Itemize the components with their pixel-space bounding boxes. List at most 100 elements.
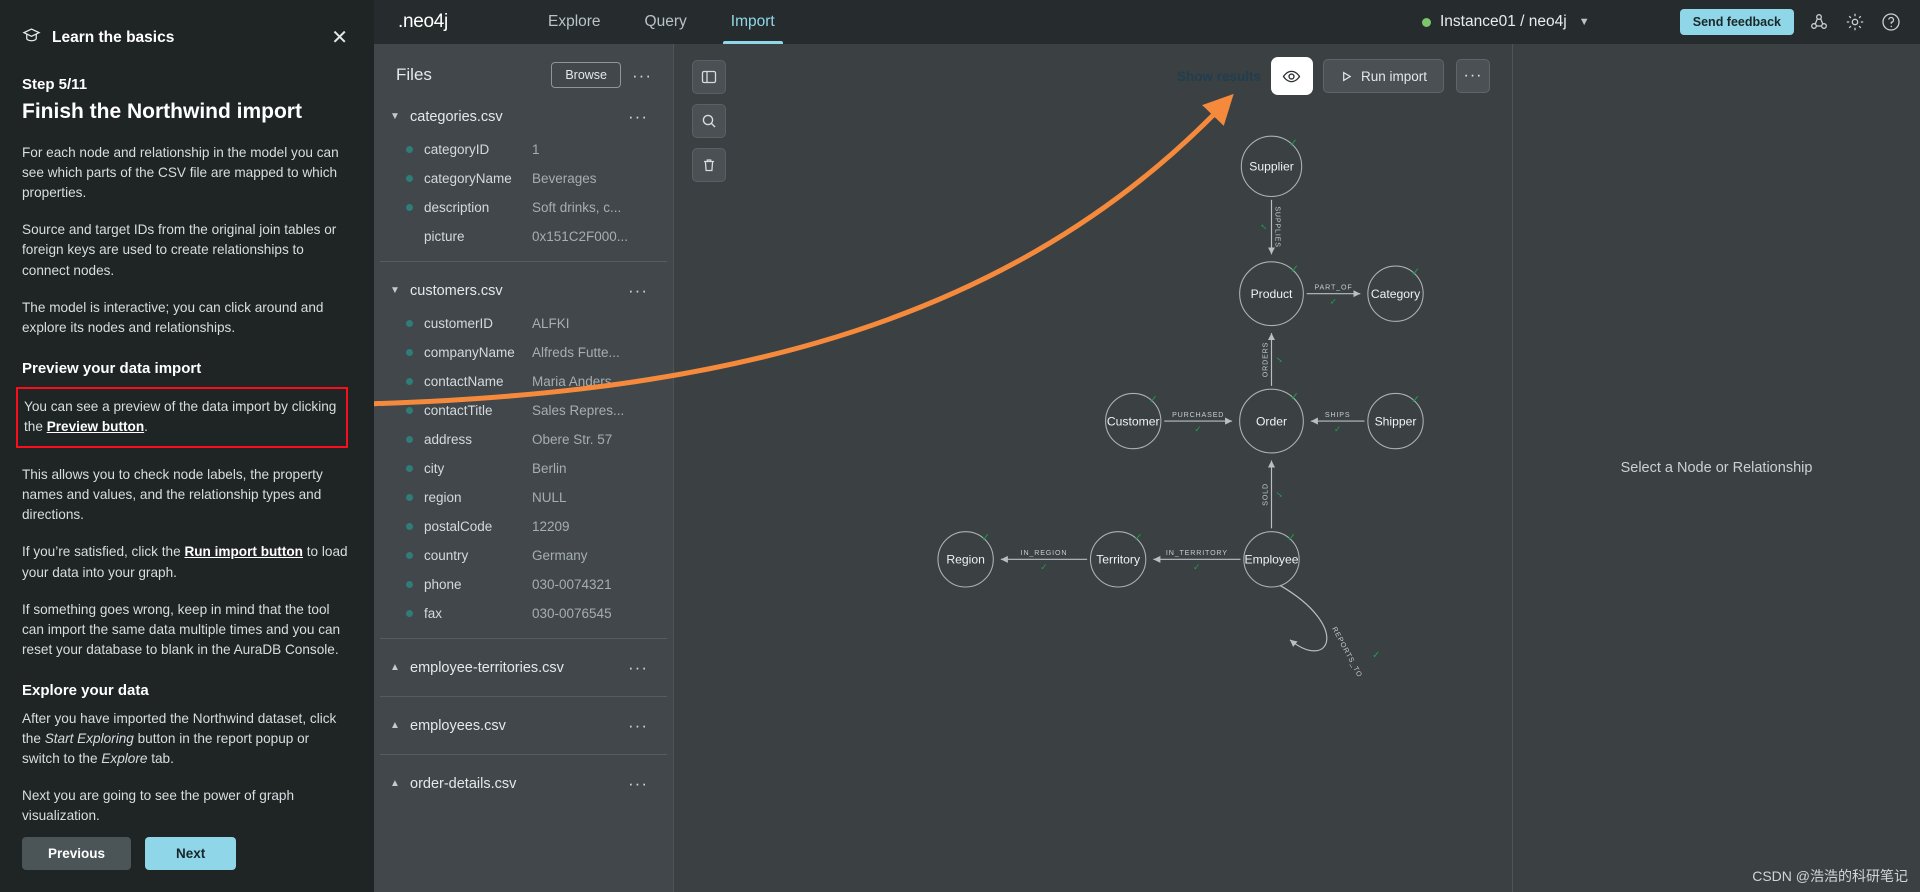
graph-node[interactable]: Order✓ xyxy=(1239,388,1304,454)
property-value: Soft drinks, c... xyxy=(532,200,622,215)
file-property-row[interactable]: contactName Maria Anders xyxy=(388,367,659,396)
tab-explore[interactable]: Explore xyxy=(526,0,623,44)
chevron-down-icon[interactable]: ▼ xyxy=(390,111,402,122)
mapped-dot-icon xyxy=(406,320,413,327)
file-property-row[interactable]: region NULL xyxy=(388,483,659,512)
node-label: Customer xyxy=(1107,414,1160,428)
node-check-icon: ✓ xyxy=(1290,264,1299,276)
graph-relationship[interactable]: SHIPS ✓ xyxy=(1310,411,1365,434)
close-icon[interactable]: ✕ xyxy=(331,28,348,48)
graph-node[interactable]: Customer ✓ xyxy=(1105,392,1162,450)
nav-tabs: Explore Query Import xyxy=(526,0,797,44)
relationship-type-label: SOLD xyxy=(1261,483,1269,506)
tutorial-header-left: Learn the basics xyxy=(22,26,174,50)
file-property-row[interactable]: description Soft drinks, c... xyxy=(388,193,659,222)
chevron-down-icon[interactable]: ▼ xyxy=(390,285,402,296)
graph-relationship[interactable]: IN_TERRITORY ✓ xyxy=(1153,549,1241,572)
top-navigation: . neo4j Explore Query Import Instance01 / n… xyxy=(374,0,1920,44)
graph-apps-icon[interactable] xyxy=(1808,11,1830,33)
graph-relationship[interactable]: REPORTS_TO ✓ xyxy=(1279,584,1381,679)
preview-button-link[interactable]: Preview button xyxy=(47,419,144,434)
run-import-button-link[interactable]: Run import button xyxy=(184,544,303,559)
help-icon[interactable] xyxy=(1880,11,1902,33)
relationship-check-icon: ✓ xyxy=(1274,491,1284,499)
node-check-icon: ✓ xyxy=(1149,394,1158,406)
chevron-up-icon[interactable]: ▲ xyxy=(390,778,402,789)
file-property-row[interactable]: categoryName Beverages xyxy=(388,164,659,193)
browse-button[interactable]: Browse xyxy=(551,62,622,88)
property-value: Germany xyxy=(532,548,588,563)
graph-relationship[interactable]: ORDERS ✓ xyxy=(1261,333,1284,386)
chevron-up-icon[interactable]: ▲ xyxy=(390,720,402,731)
gear-icon[interactable] xyxy=(1844,11,1866,33)
node-label: Shipper xyxy=(1375,414,1417,428)
file-property-row[interactable]: contactTitle Sales Repres... xyxy=(388,396,659,425)
file-more-icon[interactable]: ··· xyxy=(625,108,651,125)
graph-data-model[interactable]: SUPPLIES ✓ PART_OF ✓ ORDERS ✓ PURCHASED ✓ SHIPS ✓… xyxy=(674,44,1512,892)
graph-relationship[interactable]: SUPPLIES ✓ xyxy=(1259,199,1282,255)
node-label: Product xyxy=(1251,287,1293,301)
graph-node[interactable]: Region ✓ xyxy=(937,531,994,588)
file-name: employee-territories.csv xyxy=(410,659,564,676)
file-property-row[interactable]: picture 0x151C2F000... xyxy=(388,222,659,251)
file-property-row[interactable]: city Berlin xyxy=(388,454,659,483)
file-property-row[interactable]: fax 030-0076545 xyxy=(388,599,659,628)
relationship-check-icon: ✓ xyxy=(1330,297,1338,307)
graduation-cap-icon xyxy=(22,26,41,50)
tutorial-highlighted-paragraph: You can see a preview of the data import… xyxy=(16,386,348,449)
file-property-row[interactable]: address Obere Str. 57 xyxy=(388,425,659,454)
previous-button[interactable]: Previous xyxy=(22,837,132,870)
file-row[interactable]: ▲ employee-territories.csv ··· xyxy=(388,649,659,686)
file-more-icon[interactable]: ··· xyxy=(625,282,651,299)
status-dot xyxy=(1422,17,1431,27)
graph-node[interactable]: Employee ✓ xyxy=(1243,531,1300,588)
node-label: Region xyxy=(946,553,984,567)
node-label: Employee xyxy=(1244,553,1298,567)
relationship-check-icon: ✓ xyxy=(1274,356,1284,364)
graph-relationship[interactable]: IN_REGION ✓ xyxy=(1000,549,1088,572)
file-property-row[interactable]: phone 030-0074321 xyxy=(388,570,659,599)
file-row[interactable]: ▼ customers.csv ··· xyxy=(388,272,659,309)
mapped-dot-icon xyxy=(406,465,413,472)
files-more-icon[interactable]: ··· xyxy=(629,67,655,84)
graph-node[interactable]: Supplier ✓ xyxy=(1240,135,1303,198)
next-button[interactable]: Next xyxy=(145,837,237,870)
graph-relationship[interactable]: PURCHASED ✓ xyxy=(1164,411,1233,434)
files-title: Files xyxy=(396,65,432,84)
graph-node[interactable]: Category ✓ xyxy=(1367,265,1424,322)
file-property-row[interactable]: country Germany xyxy=(388,541,659,570)
tab-query[interactable]: Query xyxy=(623,0,709,44)
file-property-row[interactable]: customerID ALFKI xyxy=(388,309,659,338)
file-row[interactable]: ▲ employees.csv ··· xyxy=(388,707,659,744)
graph-node[interactable]: Product ✓ xyxy=(1239,261,1304,327)
graph-node[interactable]: Shipper ✓ xyxy=(1367,392,1424,450)
file-group: ▲ employee-territories.csv ··· xyxy=(374,649,673,686)
file-group: ▼ categories.csv ··· categoryID 1 categoryNam… xyxy=(374,98,673,251)
file-row-left: ▼ customers.csv xyxy=(390,283,503,299)
file-row[interactable]: ▲ order-details.csv ··· xyxy=(388,765,659,802)
file-property-row[interactable]: categoryID 1 xyxy=(388,135,659,164)
property-name: contactTitle xyxy=(424,403,493,418)
file-more-icon[interactable]: ··· xyxy=(625,775,651,792)
graph-canvas[interactable]: SUPPLIES ✓ PART_OF ✓ ORDERS ✓ PURCHASED ✓ SHIPS ✓… xyxy=(674,44,1512,892)
file-more-icon[interactable]: ··· xyxy=(625,659,651,676)
node-check-icon: ✓ xyxy=(1289,137,1298,149)
send-feedback-button[interactable]: Send feedback xyxy=(1679,9,1794,35)
property-name: description xyxy=(424,200,490,215)
instance-selector[interactable]: Instance01 / neo4j ▼ xyxy=(1422,13,1590,31)
tab-import[interactable]: Import xyxy=(709,0,797,44)
graph-relationship[interactable]: SOLD ✓ xyxy=(1261,460,1284,529)
start-exploring-emphasis: Start Exploring xyxy=(44,731,134,747)
file-property-row[interactable]: companyName Alfreds Futte... xyxy=(388,338,659,367)
tutorial-paragraph: For each node and relationship in the mo… xyxy=(22,145,339,201)
inspector-panel: Select a Node or Relationship xyxy=(1512,44,1920,892)
file-row[interactable]: ▼ categories.csv ··· xyxy=(388,98,659,135)
watermark: CSDN @浩浩的科研笔记 xyxy=(1752,868,1908,884)
relationship-type-label: ORDERS xyxy=(1261,342,1269,377)
file-more-icon[interactable]: ··· xyxy=(625,717,651,734)
file-property-row[interactable]: postalCode 12209 xyxy=(388,512,659,541)
chevron-up-icon[interactable]: ▲ xyxy=(390,662,402,673)
graph-node[interactable]: Territory ✓ xyxy=(1089,531,1147,588)
graph-relationship[interactable]: PART_OF ✓ xyxy=(1306,284,1361,307)
relationship-type-label: IN_TERRITORY xyxy=(1166,549,1228,557)
